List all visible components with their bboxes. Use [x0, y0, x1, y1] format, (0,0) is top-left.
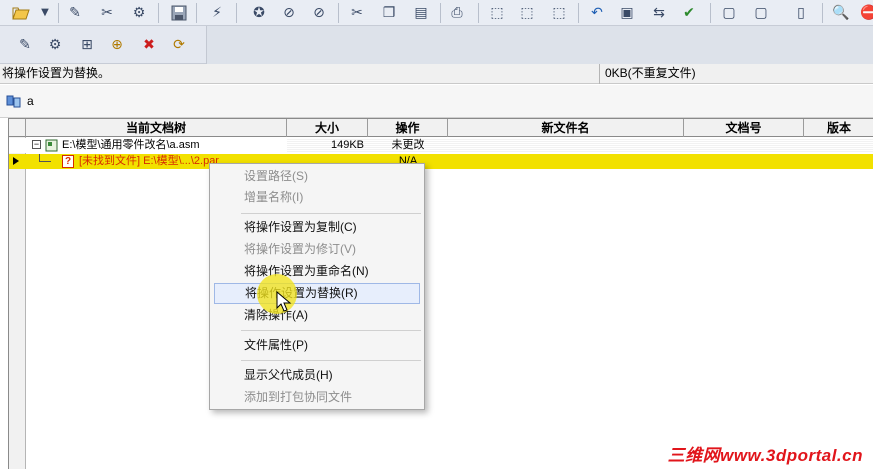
frame-icon[interactable]: ▢: [718, 2, 740, 24]
select-box-2-icon[interactable]: ⬚: [516, 2, 538, 24]
magic-tool-icon[interactable]: ✂: [96, 2, 118, 24]
column-header-doc-number[interactable]: 文档号: [684, 119, 804, 137]
document-tree-table: 当前文档树 大小 操作 新文件名 文档号 版本 − E:\模型\通用零件改名\a…: [8, 118, 873, 469]
check-window-icon[interactable]: ✔: [678, 2, 700, 24]
paste-icon[interactable]: ▤: [410, 2, 432, 24]
page-2-icon[interactable]: ▯: [790, 2, 812, 24]
context-menu: 设置路径(S) 增量名称(I) 将操作设置为复制(C) 将操作设置为修订(V) …: [209, 163, 425, 410]
row-doc-path: E:\模型\通用零件改名\a.asm: [62, 139, 200, 151]
missing-file-icon: ?: [62, 155, 74, 168]
column-header-doc-tree[interactable]: 当前文档树: [26, 119, 287, 137]
print-icon[interactable]: ⎙: [446, 2, 468, 24]
no-circle-2-icon[interactable]: ⊘: [308, 2, 330, 24]
column-header-new-filename[interactable]: 新文件名: [448, 119, 684, 137]
menu-item-set-revise[interactable]: 将操作设置为修订(V): [214, 239, 420, 260]
column-header-size[interactable]: 大小: [287, 119, 368, 137]
menu-item-set-path[interactable]: 设置路径(S): [214, 166, 420, 187]
row-size: 149KB: [330, 139, 364, 151]
stop-icon[interactable]: ⛔: [858, 2, 873, 24]
assembly-bar: a: [0, 85, 873, 118]
zoom-icon[interactable]: 🔍: [830, 2, 852, 24]
column-header-revision[interactable]: 版本: [804, 119, 873, 137]
settings-icon[interactable]: ⚙: [128, 2, 150, 24]
tree-edit-icon[interactable]: ✎: [14, 34, 36, 56]
tree-refresh-icon[interactable]: ⟳: [168, 34, 190, 56]
assembly-doc-icon: [45, 139, 59, 155]
main-toolbar: ▼ ✎ ✂ ⚙ ⚡ ✪ ⊘ ⊘ ✂ ❐ ▤ ⎙ ⬚ ⬚ ⬚ ↶ ▣ ⇆ ✔ ▢ …: [0, 0, 873, 26]
star-circle-icon[interactable]: ✪: [248, 2, 270, 24]
undo-icon[interactable]: ↶: [586, 2, 608, 24]
tree-connector: [39, 154, 51, 162]
tree-collapse-icon[interactable]: −: [32, 140, 41, 149]
watermark-text: 三维网www.3dportal.cn: [667, 446, 863, 465]
select-box-3-icon[interactable]: ⬚: [548, 2, 570, 24]
menu-item-file-properties[interactable]: 文件属性(P): [214, 335, 420, 356]
tree-add-icon[interactable]: ⊕: [106, 34, 128, 56]
tree-toolbar: ✎ ⚙ ⊞ ⊕ ✖ ⟳: [0, 26, 873, 64]
menu-item-set-replace[interactable]: 将操作设置为替换(R): [214, 283, 420, 304]
table-row[interactable]: − E:\模型\通用零件改名\a.asm 149KB 未更改: [9, 138, 873, 153]
status-message: 将操作设置为替换。: [0, 64, 600, 84]
status-file-info: 0KB(不重复文件): [605, 66, 696, 80]
assembly-icon: [6, 94, 22, 108]
cut-icon[interactable]: ✂: [346, 2, 368, 24]
tree-expand-icon[interactable]: ⊞: [76, 34, 98, 56]
window-icon[interactable]: ▣: [616, 2, 638, 24]
table-row[interactable]: ? [未找到文件] E:\模型\...\2.par N/A: [9, 154, 873, 169]
current-row-marker-icon: [13, 157, 19, 165]
wand-icon[interactable]: ⚡: [206, 2, 228, 24]
menu-item-set-rename[interactable]: 将操作设置为重命名(N): [214, 261, 420, 282]
table-header: 当前文档树 大小 操作 新文件名 文档号 版本: [9, 119, 873, 137]
menu-item-show-parent[interactable]: 显示父代成员(H): [214, 365, 420, 386]
column-header-action[interactable]: 操作: [368, 119, 448, 137]
no-circle-icon[interactable]: ⊘: [278, 2, 300, 24]
menu-item-increment-name[interactable]: 增量名称(I): [214, 187, 420, 208]
menu-item-set-copy[interactable]: 将操作设置为复制(C): [214, 217, 420, 238]
copy-icon[interactable]: ❐: [378, 2, 400, 24]
frame-2-icon[interactable]: ▢: [750, 2, 772, 24]
save-icon[interactable]: [168, 2, 190, 24]
new-open-icon[interactable]: [10, 2, 32, 24]
dropdown-arrow-icon[interactable]: ▼: [38, 2, 52, 24]
status-bar: 将操作设置为替换。 0KB(不重复文件): [0, 64, 873, 84]
menu-item-add-to-pack[interactable]: 添加到打包协同文件: [214, 387, 420, 408]
replace-icon[interactable]: ⇆: [648, 2, 670, 24]
tree-settings-icon[interactable]: ⚙: [44, 34, 66, 56]
assembly-name: a: [27, 94, 34, 108]
tree-delete-icon[interactable]: ✖: [138, 34, 160, 56]
select-box-icon[interactable]: ⬚: [486, 2, 508, 24]
edit-icon[interactable]: ✎: [64, 2, 86, 24]
row-action: 未更改: [391, 139, 425, 151]
menu-item-clear-action[interactable]: 清除操作(A): [214, 305, 420, 326]
